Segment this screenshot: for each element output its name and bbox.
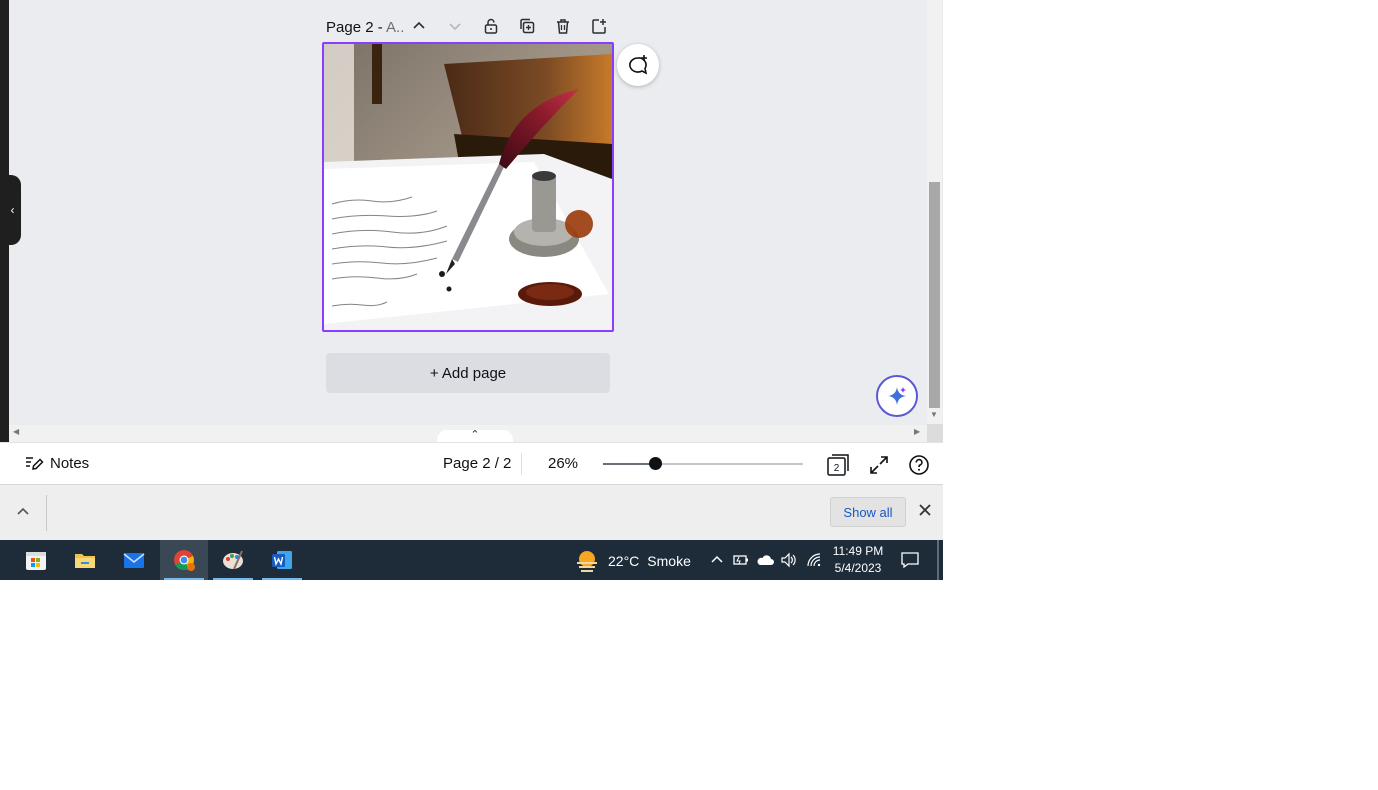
download-shelf: Show all [0,484,943,540]
expand-icon [870,456,888,474]
chevron-up-icon[interactable] [14,503,32,521]
weather-description: Smoke [647,553,691,569]
active-app-indicator [164,578,204,580]
volume-icon[interactable] [779,550,799,570]
caret-up-icon: ⌃ [470,429,480,441]
editor-footer: Notes Page 2 / 2 26% 2 [0,442,943,484]
app-open-indicator [213,578,253,580]
duplicate-icon[interactable] [516,15,538,37]
help-icon [909,455,929,475]
scroll-down-arrow-icon[interactable]: ▼ [930,410,938,419]
footer-divider [521,453,522,475]
grid-view-button[interactable]: 2 [826,453,850,477]
scroll-right-arrow-icon[interactable]: ▶ [914,427,920,436]
page-title-number: Page 2 - [326,18,387,36]
svg-text:2: 2 [834,463,840,474]
add-comment-button[interactable] [617,44,659,86]
collapse-side-panel-button[interactable]: ‹ [0,175,21,245]
show-desktop-button[interactable] [937,540,939,580]
quill-pen-image [324,44,612,330]
mail-icon[interactable] [110,540,158,580]
battery-icon[interactable] [731,550,751,570]
app-open-indicator [262,578,302,580]
chrome-icon[interactable] [160,540,208,580]
lock-icon[interactable] [480,15,502,37]
haze-sun-icon [577,551,597,572]
paint-icon[interactable] [209,540,257,580]
onedrive-cloud-icon[interactable] [755,550,775,570]
page-title[interactable]: Page 2 - A.. [326,19,404,36]
clock-time: 11:49 PM [832,544,884,558]
design-page-canvas[interactable] [322,42,614,332]
word-icon[interactable] [258,540,306,580]
scroll-left-arrow-icon[interactable]: ◀ [13,427,19,436]
page-header: Page 2 - A.. [326,14,404,40]
sparkle-icon [888,387,906,405]
zoom-percentage[interactable]: 26% [548,455,578,472]
weather-temperature: 22°C [608,553,640,569]
magic-assistant-button[interactable] [876,375,918,417]
zoom-slider-handle[interactable] [649,457,662,470]
add-page-icon[interactable] [588,15,610,37]
fullscreen-button[interactable] [867,453,891,477]
scroll-corner [927,424,943,442]
page-indicator[interactable]: Page 2 / 2 [443,455,511,472]
notification-center-icon[interactable] [900,550,920,570]
canva-editor: ‹ Page 2 - A.. + Add page ▼ ◀ ▶ ⌃ Notes … [0,0,943,540]
file-explorer-icon[interactable] [61,540,109,580]
download-divider [46,495,47,531]
help-button[interactable] [907,453,931,477]
wifi-icon[interactable] [805,550,825,570]
comment-add-icon [629,55,648,75]
show-all-button[interactable]: Show all [830,497,906,527]
windows-taskbar: 22°C Smoke 11:49 PM 5/4/2023 [0,540,943,580]
notes-pencil-icon [26,457,44,470]
close-icon[interactable] [916,501,934,519]
weather-widget[interactable]: 22°C Smoke [574,548,691,574]
add-page-button[interactable]: + Add page [326,353,610,393]
notes-label: Notes [50,454,90,472]
vertical-scroll-thumb[interactable] [929,182,940,408]
notes-button[interactable]: Notes [24,453,89,473]
page-title-name: A.. [386,18,405,36]
chevron-up-icon[interactable] [408,15,430,37]
page-grid-icon: 2 [827,454,849,476]
clock-date: 5/4/2023 [834,561,882,575]
start-icon[interactable] [12,540,60,580]
show-hidden-icons-chevron-icon[interactable] [707,550,727,570]
chevron-left-icon: ‹ [10,203,15,217]
trash-icon[interactable] [552,15,574,37]
system-clock[interactable]: 11:49 PM 5/4/2023 [830,543,886,577]
chevron-down-icon[interactable] [444,15,466,37]
zoom-slider-fill [603,463,655,465]
